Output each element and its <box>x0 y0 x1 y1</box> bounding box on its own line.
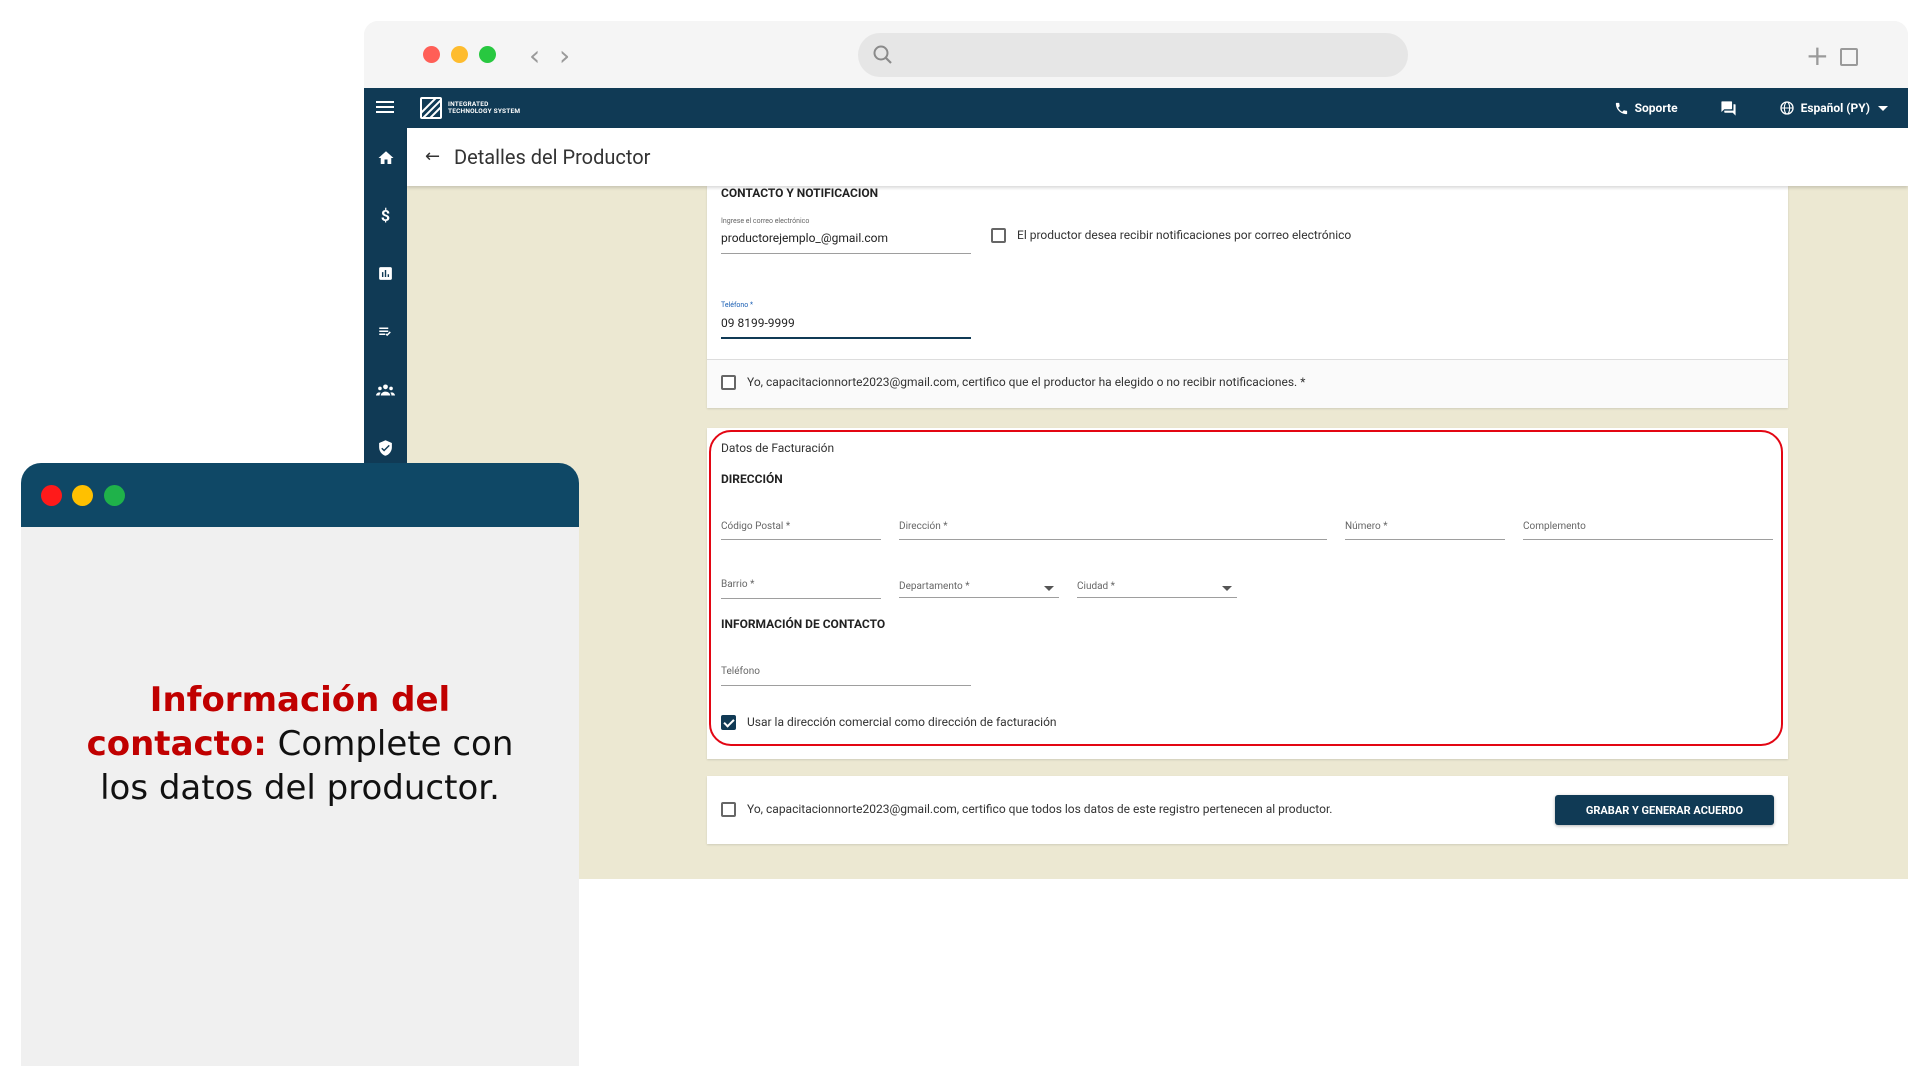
language-label: Español (PY) <box>1800 101 1870 115</box>
new-tab-icon[interactable]: + <box>1806 39 1829 72</box>
info-minimize-dot <box>72 485 93 506</box>
save-generate-agreement-button[interactable]: GRABAR Y GENERAR ACUERDO <box>1555 795 1774 825</box>
chevron-down-icon <box>1878 105 1888 111</box>
info-panel: Información del contacto: Complete con l… <box>21 463 579 1066</box>
email-field[interactable]: productorejemplo_@gmail.com <box>721 231 888 245</box>
phone-label: Teléfono * <box>721 301 753 309</box>
browser-actions: + <box>1806 39 1858 72</box>
checklist-icon[interactable] <box>376 322 395 341</box>
info-text: Información del contacto: Complete con l… <box>21 678 579 810</box>
bar-chart-icon[interactable] <box>376 264 395 283</box>
contact-section-title: CONTACTO Y NOTIFICACION <box>721 186 879 200</box>
close-window-dot[interactable] <box>423 46 440 63</box>
contact-notification-card: CONTACTO Y NOTIFICACION Ingrese el corre… <box>707 186 1788 408</box>
back-arrow-icon[interactable]: ← <box>425 146 440 167</box>
group-icon[interactable] <box>376 380 395 399</box>
highlight-outline <box>709 430 1783 746</box>
footer-card: Yo, capacitacionnorte2023@gmail.com, cer… <box>707 776 1788 844</box>
certify-data-checkbox[interactable] <box>721 802 736 817</box>
minimize-window-dot[interactable] <box>451 46 468 63</box>
email-notify-checkbox[interactable] <box>991 228 1006 243</box>
top-navbar: INTEGRATED TECHNOLOGY SYSTEM Soporte Esp… <box>364 88 1908 128</box>
page-header: ← Detalles del Productor <box>407 128 1908 186</box>
email-label: Ingrese el correo electrónico <box>721 217 810 225</box>
shield-icon[interactable] <box>376 438 395 457</box>
chat-icon <box>1720 100 1736 116</box>
phone-field[interactable]: 09 8199-9999 <box>721 316 795 330</box>
tabs-icon[interactable] <box>1840 48 1858 66</box>
certify-notifications-checkbox[interactable] <box>721 375 736 390</box>
info-panel-titlebar <box>21 463 579 527</box>
support-link[interactable]: Soporte <box>1614 101 1678 116</box>
brand-logo[interactable]: INTEGRATED TECHNOLOGY SYSTEM <box>420 97 520 119</box>
maximize-window-dot[interactable] <box>479 46 496 63</box>
back-arrow-icon[interactable]: ‹ <box>529 39 540 72</box>
globe-icon <box>1779 101 1794 115</box>
home-icon[interactable] <box>376 148 395 167</box>
app: INTEGRATED TECHNOLOGY SYSTEM Soporte Esp… <box>364 88 1908 879</box>
language-selector[interactable]: Español (PY) <box>1779 100 1888 116</box>
brand-line-2: TECHNOLOGY SYSTEM <box>448 107 521 115</box>
forward-arrow-icon[interactable]: › <box>559 39 570 72</box>
menu-icon[interactable] <box>376 98 394 118</box>
certify-data-label: Yo, capacitacionnorte2023@gmail.com, cer… <box>747 802 1333 816</box>
phone-icon <box>1615 102 1627 114</box>
url-bar[interactable] <box>858 33 1408 77</box>
info-maximize-dot <box>104 485 125 506</box>
certify-notifications-label: Yo, capacitacionnorte2023@gmail.com, cer… <box>747 375 1306 389</box>
browser-toolbar: ‹ › + <box>364 21 1908 88</box>
browser-window: ‹ › + INTEGRATED TECHNOLOGY SYSTEM Sopor… <box>364 21 1908 879</box>
page-title: Detalles del Productor <box>454 145 651 169</box>
email-notify-label: El productor desea recibir notificacione… <box>1017 228 1352 242</box>
dollar-icon[interactable]: $ <box>376 206 395 225</box>
support-label: Soporte <box>1634 101 1678 115</box>
search-icon <box>873 45 892 64</box>
logo-mark-icon <box>420 97 442 119</box>
chat-button[interactable] <box>1720 100 1737 117</box>
info-close-dot <box>41 485 62 506</box>
